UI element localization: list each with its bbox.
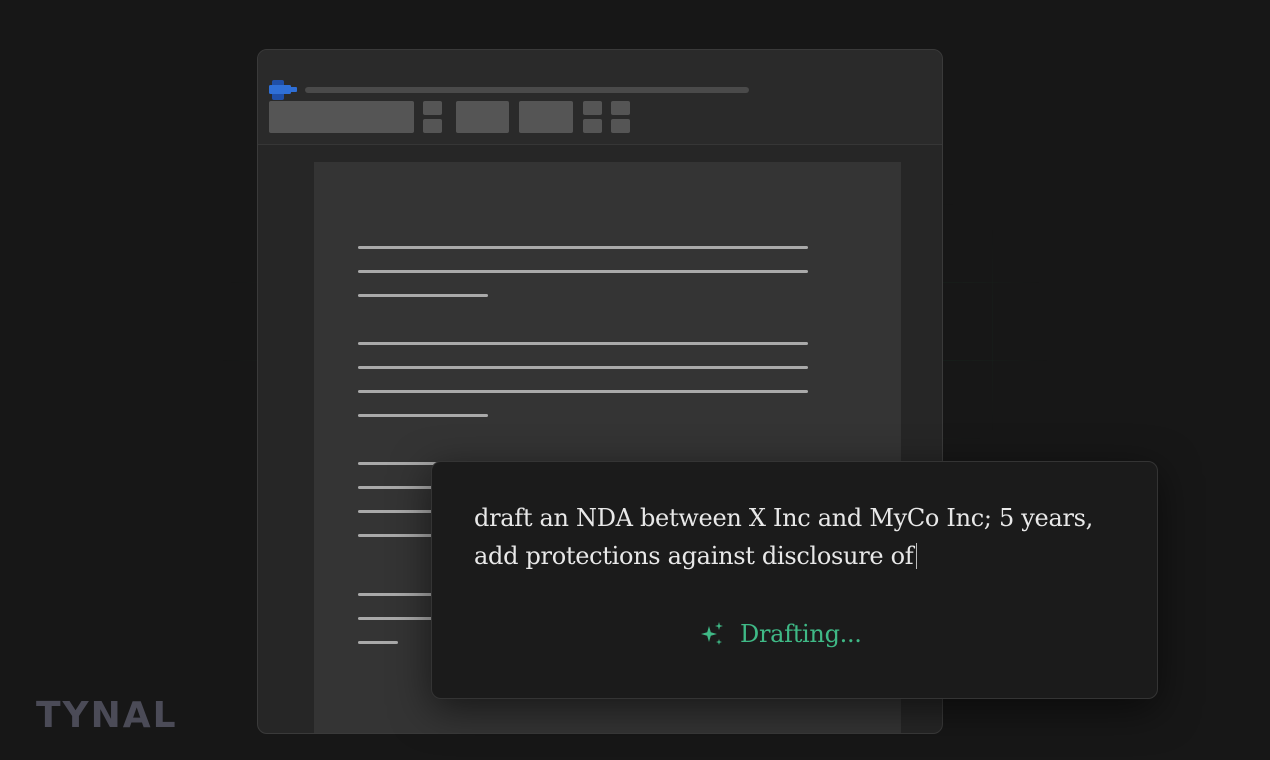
document-title-placeholder — [305, 87, 749, 93]
font-select[interactable] — [269, 101, 414, 133]
ribbon-toggle-3[interactable] — [583, 119, 602, 133]
status-label: Drafting... — [740, 620, 862, 648]
text-line — [358, 270, 808, 273]
prompt-input[interactable]: draft an NDA between X Inc and MyCo Inc;… — [474, 499, 1114, 575]
text-line — [358, 641, 398, 644]
document-app-icon[interactable] — [269, 80, 297, 100]
ribbon-toolbar — [258, 50, 942, 145]
small-toggle-bottom[interactable] — [423, 119, 442, 133]
drafting-status: Drafting... — [698, 620, 862, 648]
sparkle-icon — [701, 622, 723, 645]
ribbon-toggle-1[interactable] — [583, 101, 602, 115]
text-line — [358, 246, 808, 249]
ai-prompt-card[interactable]: draft an NDA between X Inc and MyCo Inc;… — [431, 461, 1158, 699]
prompt-text: draft an NDA between X Inc and MyCo Inc;… — [474, 504, 1093, 570]
text-line — [358, 366, 808, 369]
text-line — [358, 414, 488, 417]
ribbon-button-b[interactable] — [519, 101, 573, 133]
ribbon-toggle-4[interactable] — [611, 119, 630, 133]
ribbon-toggle-2[interactable] — [611, 101, 630, 115]
brand-logo: TYNAL — [36, 695, 178, 736]
text-caret — [916, 543, 918, 569]
text-line — [358, 390, 808, 393]
ribbon-button-a[interactable] — [456, 101, 509, 133]
small-toggle-top[interactable] — [423, 101, 442, 115]
text-line — [358, 342, 808, 345]
text-line — [358, 294, 488, 297]
